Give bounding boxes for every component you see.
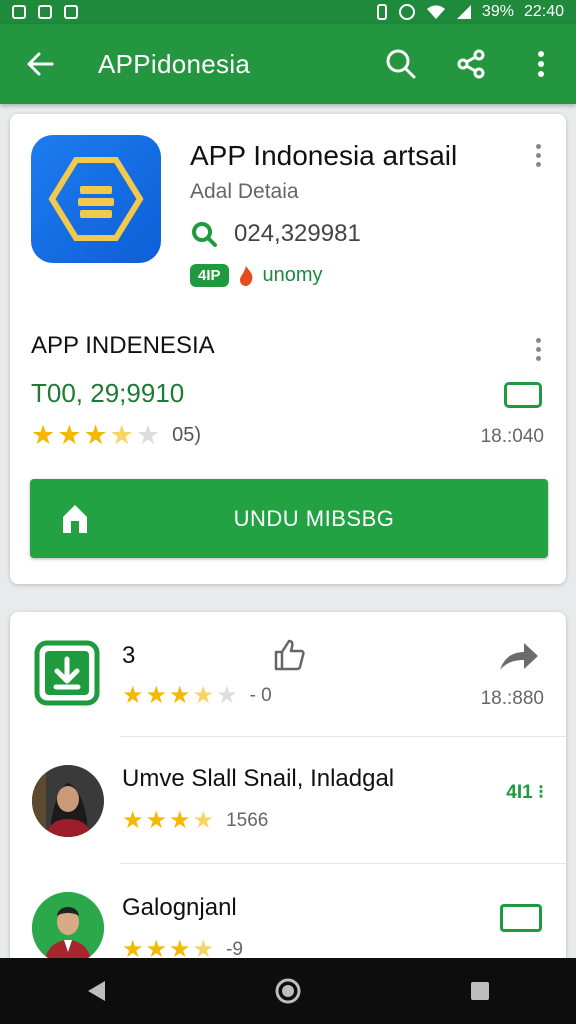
battery-level: 39% xyxy=(481,3,514,20)
list-item-rating: ★ ★ ★ ★ ★ - 0 xyxy=(122,684,272,708)
rating-row: ★ ★ ★ ★ ★ 05) xyxy=(31,422,201,449)
star-half-icon: ★ xyxy=(192,807,215,834)
status-icons: 39% 22:40 xyxy=(376,3,564,21)
alarm-icon xyxy=(398,4,415,20)
app-title: APP Indonesia artsail xyxy=(190,140,458,171)
forward-arrow-icon[interactable] xyxy=(498,640,540,672)
star-icon: ★ xyxy=(57,420,82,450)
app-more-button[interactable] xyxy=(526,144,550,167)
back-button[interactable] xyxy=(0,24,80,104)
section-more-button[interactable] xyxy=(526,338,550,361)
more-vertical-icon xyxy=(538,51,544,77)
image-icon xyxy=(64,5,78,19)
list-item-title: Umve Slall Snail, Inladgal xyxy=(122,765,395,792)
app-developer[interactable]: Adal Detaia xyxy=(190,180,299,204)
signal-icon xyxy=(456,5,471,19)
app-bar: APPidonesia xyxy=(0,24,576,104)
rating-count: 1566 xyxy=(226,810,269,831)
search-button[interactable] xyxy=(366,24,436,104)
nav-recents-button[interactable] xyxy=(450,961,510,1021)
message-icon[interactable] xyxy=(500,904,542,932)
list-item-title: Galognjanl xyxy=(122,894,237,921)
app-detail-card: APP Indonesia artsail Adal Detaia 024,32… xyxy=(10,114,566,584)
star-icon: ★ xyxy=(83,420,108,450)
star-rating: ★ ★ ★ ★ ★ xyxy=(31,422,160,449)
app-logo-icon xyxy=(48,157,144,241)
list-item-rating: ★ ★ ★ ★ 1566 xyxy=(122,809,268,833)
download-count: 024,329981 xyxy=(234,220,361,247)
message-icon[interactable] xyxy=(504,382,542,408)
search-icon xyxy=(386,49,416,79)
status-bar: 39% 22:40 xyxy=(0,0,576,24)
square-recents-icon xyxy=(471,982,489,1000)
share-button[interactable] xyxy=(436,24,506,104)
list-item-value: 18.:880 xyxy=(480,688,544,709)
star-icon: ★ xyxy=(145,807,168,834)
star-half-icon: ★ xyxy=(192,682,215,709)
share-icon xyxy=(457,49,485,79)
rating-count: 05) xyxy=(172,424,201,446)
circle-home-icon xyxy=(275,978,301,1004)
home-icon xyxy=(63,504,87,533)
star-icon: ★ xyxy=(122,807,144,834)
download-icon xyxy=(34,640,100,706)
list-item[interactable]: Umve Slall Snail, Inladgal ★ ★ ★ ★ 1566 4I1… xyxy=(10,737,566,863)
install-button[interactable]: UNDU MIBSBG xyxy=(30,479,548,558)
star-icon: ★ xyxy=(169,682,191,709)
mail-icon xyxy=(38,5,52,19)
notification-icon xyxy=(12,5,26,19)
nav-back-button[interactable] xyxy=(66,961,126,1021)
install-button-label: UNDU MIBSBG xyxy=(233,505,395,531)
list-item[interactable]: 3 ★ ★ ★ ★ ★ - 0 18.:880 xyxy=(10,612,566,736)
app-icon[interactable] xyxy=(31,135,161,263)
category-label[interactable]: unomy xyxy=(263,264,323,287)
download-count-row: 024,329981 xyxy=(190,220,361,248)
list-item-badge[interactable]: 4I1 ⁝ xyxy=(506,781,544,804)
person-avatar-image xyxy=(32,765,104,837)
category-badge: 4IP xyxy=(190,264,229,287)
fire-icon xyxy=(239,265,252,286)
wifi-icon xyxy=(426,5,445,19)
rating-count: - 0 xyxy=(249,685,272,706)
app-tags: 4IP unomy xyxy=(190,264,323,287)
thumbs-up-icon[interactable] xyxy=(272,638,306,672)
star-empty-icon: ★ xyxy=(135,420,161,450)
app-bar-title: APPidonesia xyxy=(98,48,251,79)
avatar xyxy=(32,892,104,964)
section-title: APP INDENESIA xyxy=(31,332,215,359)
star-empty-icon: ★ xyxy=(216,682,238,709)
review-count: 18.:040 xyxy=(480,426,544,447)
star-icon: ★ xyxy=(145,682,168,709)
triangle-back-icon xyxy=(88,981,105,1001)
system-nav-bar xyxy=(0,958,576,1024)
star-half-icon: ★ xyxy=(109,420,134,450)
star-icon: ★ xyxy=(122,682,144,709)
list-item[interactable]: Galognjanl ★ ★ ★ ★ -9 xyxy=(10,864,566,972)
list-item-title: 3 xyxy=(122,642,136,669)
star-icon: ★ xyxy=(169,807,191,834)
star-icon: ★ xyxy=(31,420,56,450)
clock: 22:40 xyxy=(523,3,564,20)
search-icon xyxy=(192,222,217,247)
vibrate-icon xyxy=(376,4,387,20)
overflow-menu-button[interactable] xyxy=(506,24,576,104)
avatar xyxy=(32,765,104,837)
arrow-left-icon xyxy=(27,52,54,76)
person-avatar-image xyxy=(32,892,104,964)
related-list-card: 3 ★ ★ ★ ★ ★ - 0 18.:880 Umve Slall Snail, In… xyxy=(10,612,566,972)
price-value: T00, 29;9910 xyxy=(31,378,185,408)
nav-home-button[interactable] xyxy=(258,961,318,1021)
notification-icons xyxy=(12,5,78,19)
